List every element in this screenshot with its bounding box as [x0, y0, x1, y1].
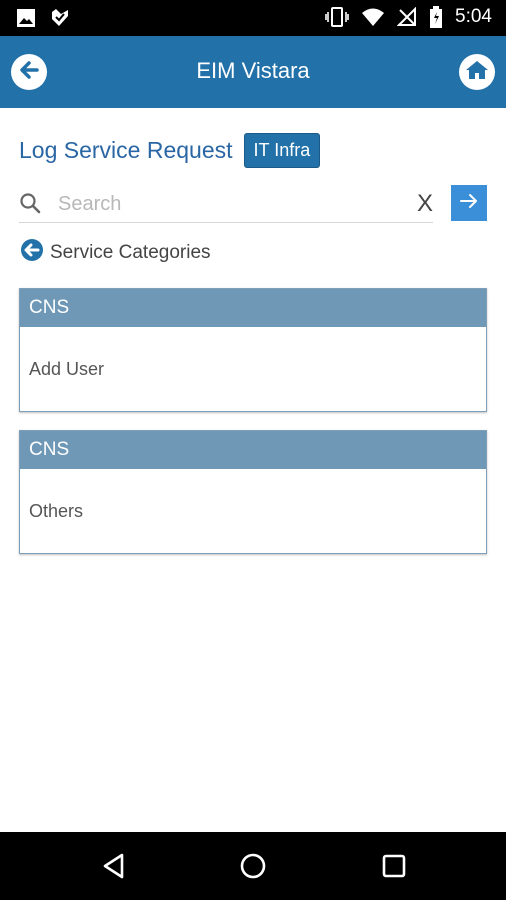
image-icon: [16, 8, 36, 28]
card-header: CNS: [20, 431, 486, 469]
tag-icon: [50, 8, 70, 28]
card-body: Add User: [29, 358, 105, 379]
service-card[interactable]: CNS Others: [19, 430, 487, 554]
nav-home-icon[interactable]: [239, 852, 267, 885]
card-body: Others: [29, 500, 84, 521]
search-icon: [19, 192, 41, 219]
clear-search-button[interactable]: X: [417, 190, 433, 218]
arrow-right-icon: [460, 193, 478, 214]
card-header: CNS: [20, 289, 486, 327]
back-circle-icon: [20, 238, 44, 267]
page-title: Log Service Request: [19, 137, 233, 163]
service-categories-label: Service Categories: [50, 241, 211, 263]
home-icon: [465, 59, 489, 86]
navigation-bar: [0, 832, 506, 900]
search-bar: X: [19, 184, 433, 223]
home-button[interactable]: [459, 54, 495, 90]
nav-back-icon[interactable]: [100, 852, 128, 885]
service-categories-link[interactable]: Service Categories: [20, 238, 211, 267]
search-input[interactable]: [56, 189, 400, 219]
heading-row: Log Service Request IT Infra: [19, 133, 321, 168]
app-bar: EIM Vistara: [0, 36, 506, 108]
status-time: 5:04: [455, 6, 492, 27]
search-go-button[interactable]: [451, 185, 487, 221]
category-badge[interactable]: IT Infra: [243, 133, 321, 168]
wifi-icon: [361, 7, 385, 27]
app-title: EIM Vistara: [196, 58, 310, 83]
service-card[interactable]: CNS Add User: [19, 288, 487, 412]
vibrate-icon: [325, 6, 349, 28]
battery-icon: [429, 6, 443, 28]
no-signal-icon: [397, 7, 417, 27]
nav-recents-icon[interactable]: [380, 852, 408, 885]
status-bar: 5:04: [0, 0, 506, 36]
